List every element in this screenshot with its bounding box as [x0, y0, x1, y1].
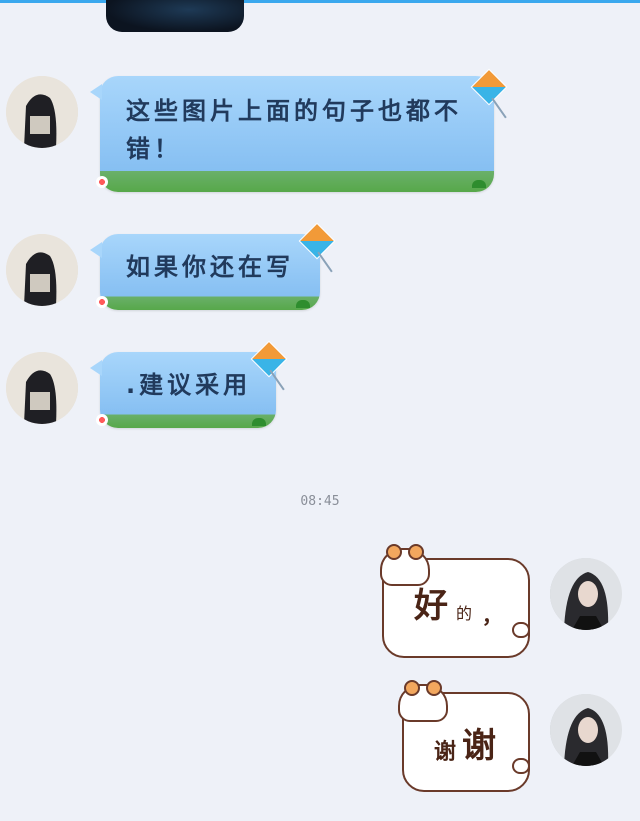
message-text: .建议采用: [126, 371, 252, 399]
user-avatar[interactable]: [550, 558, 622, 630]
hamster-paw: [512, 622, 530, 638]
kite-icon: [298, 222, 336, 260]
sticker-text: 的: [456, 604, 473, 623]
message-text: 这些图片上面的句子也都不错！: [126, 97, 462, 163]
avatar-photo-icon: [6, 76, 78, 148]
flower-decoration: [96, 176, 108, 188]
hamster-paw: [512, 758, 530, 774]
incoming-message-bubble[interactable]: 如果你还在写: [90, 222, 336, 310]
avatar-photo-icon: [550, 558, 622, 630]
grass-decoration: [252, 418, 266, 426]
grass-decoration: [472, 180, 486, 188]
hamster-sticker-icon: [398, 680, 448, 722]
kite-tail: [491, 97, 507, 119]
kite-icon: [250, 340, 288, 378]
previous-image-message[interactable]: [106, 0, 244, 32]
incoming-message-bubble[interactable]: 这些图片上面的句子也都不错！: [90, 68, 508, 192]
avatar-photo-icon: [6, 352, 78, 424]
sender-avatar[interactable]: [6, 352, 78, 424]
kite-tail: [269, 369, 285, 391]
kite-tail: [317, 251, 333, 273]
flower-decoration: [96, 414, 108, 426]
message-timestamp: 08:45: [300, 494, 340, 509]
top-accent-bar: [0, 0, 640, 3]
sticker-text: 谢: [434, 740, 457, 765]
sender-avatar[interactable]: [6, 76, 78, 148]
grass-decoration: [296, 300, 310, 308]
sticker-main-char: 谢: [462, 726, 496, 766]
avatar-photo-icon: [6, 234, 78, 306]
sticker-punctuation: ，: [482, 604, 502, 628]
avatar-photo-icon: [550, 694, 622, 766]
message-text: 如果你还在写: [126, 253, 294, 281]
kite-icon: [470, 68, 508, 106]
sender-avatar[interactable]: [6, 234, 78, 306]
user-avatar[interactable]: [550, 694, 622, 766]
flower-decoration: [96, 296, 108, 308]
incoming-message-bubble[interactable]: .建议采用: [90, 340, 288, 428]
hamster-sticker-icon: [380, 544, 430, 586]
